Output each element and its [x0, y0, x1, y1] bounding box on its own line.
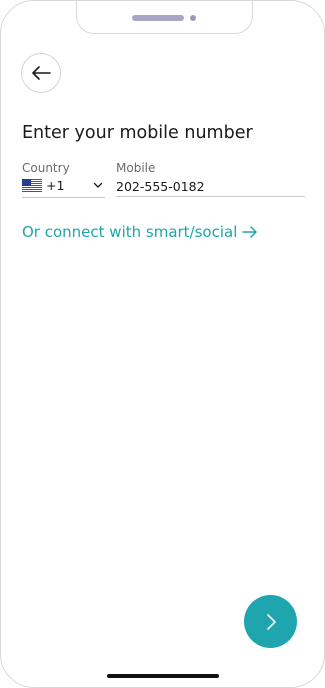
arrow-left-icon: [32, 66, 51, 80]
speaker: [132, 15, 184, 21]
phone-frame: Enter your mobile number Country Mobile …: [0, 0, 325, 688]
connect-smart-social-link[interactable]: Or connect with smart/social: [22, 223, 258, 241]
connect-link-label: Or connect with smart/social: [22, 223, 238, 241]
us-flag-icon: [22, 179, 42, 192]
page-title: Enter your mobile number: [22, 123, 253, 143]
back-button[interactable]: [21, 53, 61, 93]
home-indicator: [107, 674, 219, 678]
mobile-label: Mobile: [116, 161, 156, 175]
dial-code: +1: [46, 178, 65, 193]
notch: [76, 1, 253, 34]
chevron-down-icon: [93, 182, 103, 188]
country-label: Country: [22, 161, 70, 175]
chevron-right-icon: [266, 613, 276, 630]
next-button[interactable]: [244, 595, 297, 648]
arrow-right-icon: [242, 225, 258, 239]
camera: [190, 15, 196, 21]
country-select[interactable]: +1: [22, 176, 105, 198]
mobile-input[interactable]: [116, 176, 305, 197]
